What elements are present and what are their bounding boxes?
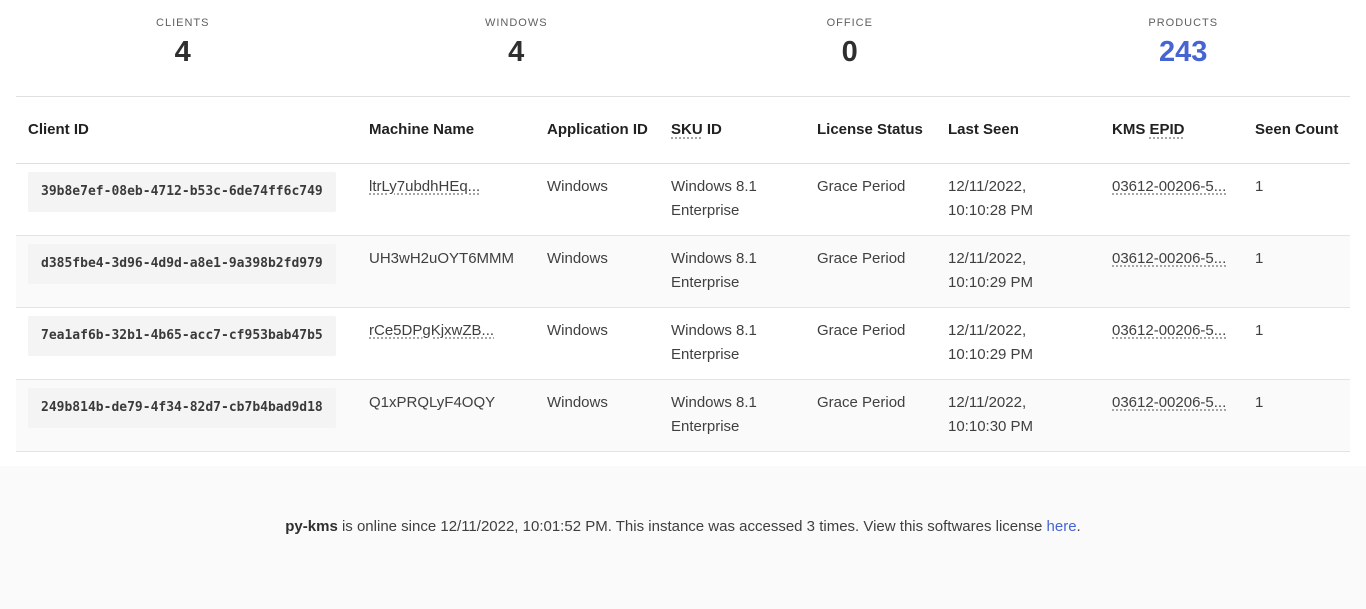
table-header-row: Client ID Machine Name Application ID SK…	[16, 97, 1350, 163]
footer-suffix: .	[1077, 518, 1081, 535]
header-license-status: License Status	[805, 97, 936, 163]
stat-office-value: 0	[683, 36, 1017, 69]
machine-name-truncated[interactable]: rCe5DPgKjxwZB...	[369, 322, 494, 339]
stat-clients: CLIENTS 4	[16, 0, 350, 96]
cell-machine-name: Q1xPRQLyF4OQY	[357, 379, 535, 451]
cell-kms-epid: 03612-00206-5...	[1100, 235, 1243, 307]
cell-last-seen: 12/11/2022, 10:10:30 PM	[936, 379, 1100, 451]
cell-application-id: Windows	[535, 379, 659, 451]
header-last-seen: Last Seen	[936, 97, 1100, 163]
stat-clients-label: CLIENTS	[16, 17, 350, 29]
cell-license-status: Grace Period	[805, 235, 936, 307]
table-row: d385fbe4-3d96-4d9d-a8e1-9a398b2fd979 UH3…	[16, 235, 1350, 307]
cell-license-status: Grace Period	[805, 379, 936, 451]
kms-prefix: KMS	[1112, 121, 1150, 138]
stat-clients-value: 4	[16, 36, 350, 69]
clients-table: Client ID Machine Name Application ID SK…	[16, 97, 1350, 452]
cell-machine-name: ltrLy7ubdhHEq...	[357, 163, 535, 235]
cell-license-status: Grace Period	[805, 163, 936, 235]
stat-office: OFFICE 0	[683, 0, 1017, 96]
cell-seen-count: 1	[1243, 379, 1350, 451]
license-link[interactable]: here	[1047, 518, 1077, 535]
status-footer: py-kms is online since 12/11/2022, 10:01…	[0, 466, 1366, 609]
footer-status-text: is online since 12/11/2022, 10:01:52 PM.…	[338, 518, 1047, 535]
cell-sku-id: Windows 8.1 Enterprise	[659, 379, 805, 451]
cell-sku-id: Windows 8.1 Enterprise	[659, 163, 805, 235]
kms-epid-truncated[interactable]: 03612-00206-5...	[1112, 394, 1226, 411]
machine-name: Q1xPRQLyF4OQY	[369, 394, 495, 411]
machine-name: UH3wH2uOYT6MMM	[369, 250, 514, 267]
stat-products-value-link[interactable]: 243	[1017, 36, 1351, 69]
client-id-chip: 39b8e7ef-08eb-4712-b53c-6de74ff6c749	[28, 172, 336, 212]
stat-office-label: OFFICE	[683, 17, 1017, 29]
cell-license-status: Grace Period	[805, 307, 936, 379]
client-id-chip: d385fbe4-3d96-4d9d-a8e1-9a398b2fd979	[28, 244, 336, 284]
cell-machine-name: rCe5DPgKjxwZB...	[357, 307, 535, 379]
header-sku-id: SKU ID	[659, 97, 805, 163]
cell-application-id: Windows	[535, 307, 659, 379]
stat-products: PRODUCTS 243	[1017, 0, 1351, 96]
cell-client-id: 7ea1af6b-32b1-4b65-acc7-cf953bab47b5	[16, 307, 357, 379]
cell-client-id: 39b8e7ef-08eb-4712-b53c-6de74ff6c749	[16, 163, 357, 235]
app-name: py-kms	[285, 518, 338, 535]
table-row: 249b814b-de79-4f34-82d7-cb7b4bad9d18 Q1x…	[16, 379, 1350, 451]
cell-last-seen: 12/11/2022, 10:10:28 PM	[936, 163, 1100, 235]
machine-name-truncated[interactable]: ltrLy7ubdhHEq...	[369, 178, 480, 195]
header-application-id: Application ID	[535, 97, 659, 163]
stats-bar: CLIENTS 4 WINDOWS 4 OFFICE 0 PRODUCTS 24…	[16, 0, 1350, 97]
kms-epid-truncated[interactable]: 03612-00206-5...	[1112, 178, 1226, 195]
cell-sku-id: Windows 8.1 Enterprise	[659, 307, 805, 379]
kms-epid-truncated[interactable]: 03612-00206-5...	[1112, 250, 1226, 267]
cell-machine-name: UH3wH2uOYT6MMM	[357, 235, 535, 307]
stat-windows: WINDOWS 4	[350, 0, 684, 96]
cell-last-seen: 12/11/2022, 10:10:29 PM	[936, 235, 1100, 307]
cell-seen-count: 1	[1243, 163, 1350, 235]
cell-kms-epid: 03612-00206-5...	[1100, 379, 1243, 451]
cell-kms-epid: 03612-00206-5...	[1100, 163, 1243, 235]
stat-windows-label: WINDOWS	[350, 17, 684, 29]
client-id-chip: 249b814b-de79-4f34-82d7-cb7b4bad9d18	[28, 388, 336, 428]
stat-windows-value: 4	[350, 36, 684, 69]
header-machine-name: Machine Name	[357, 97, 535, 163]
sku-id-rest: ID	[703, 121, 722, 138]
cell-seen-count: 1	[1243, 235, 1350, 307]
table-row: 7ea1af6b-32b1-4b65-acc7-cf953bab47b5 rCe…	[16, 307, 1350, 379]
cell-kms-epid: 03612-00206-5...	[1100, 307, 1243, 379]
kms-epid-truncated[interactable]: 03612-00206-5...	[1112, 322, 1226, 339]
cell-client-id: 249b814b-de79-4f34-82d7-cb7b4bad9d18	[16, 379, 357, 451]
cell-seen-count: 1	[1243, 307, 1350, 379]
epid-abbr[interactable]: EPID	[1150, 121, 1185, 138]
cell-client-id: d385fbe4-3d96-4d9d-a8e1-9a398b2fd979	[16, 235, 357, 307]
cell-application-id: Windows	[535, 163, 659, 235]
cell-sku-id: Windows 8.1 Enterprise	[659, 235, 805, 307]
table-row: 39b8e7ef-08eb-4712-b53c-6de74ff6c749 ltr…	[16, 163, 1350, 235]
sku-abbr[interactable]: SKU	[671, 121, 703, 138]
cell-application-id: Windows	[535, 235, 659, 307]
stat-products-label: PRODUCTS	[1017, 17, 1351, 29]
header-kms-epid: KMS EPID	[1100, 97, 1243, 163]
cell-last-seen: 12/11/2022, 10:10:29 PM	[936, 307, 1100, 379]
client-id-chip: 7ea1af6b-32b1-4b65-acc7-cf953bab47b5	[28, 316, 336, 356]
header-seen-count: Seen Count	[1243, 97, 1350, 163]
header-client-id: Client ID	[16, 97, 357, 163]
